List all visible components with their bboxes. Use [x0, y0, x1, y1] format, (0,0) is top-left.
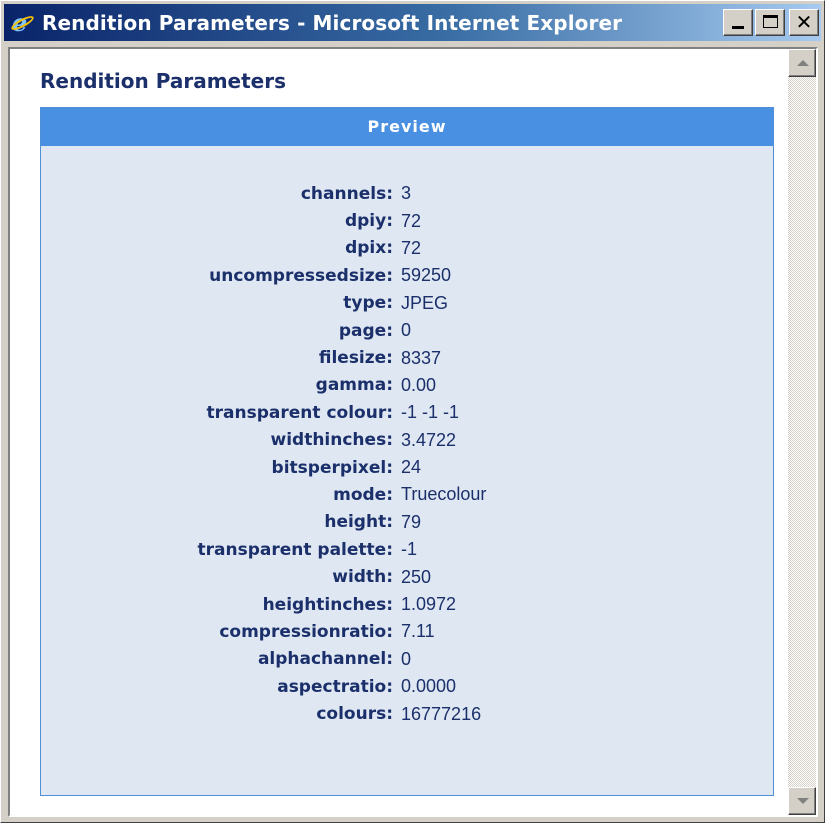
preview-panel: Preview channels: 3 dpiy: 72 dpix: 72 uncompre…: [40, 107, 774, 796]
param-label: dpix:: [345, 238, 393, 259]
param-value: 0: [401, 648, 412, 669]
param-value: 0.00: [401, 374, 437, 395]
param-value: 59250: [401, 265, 452, 286]
param-label: uncompressedsize:: [209, 265, 393, 286]
param-value: 79: [401, 511, 422, 532]
param-label: filesize:: [318, 348, 393, 369]
browser-window: e Rendition Parameters - Microsoft Inter…: [0, 0, 825, 823]
param-label: transparent colour:: [206, 402, 393, 423]
param-value: -1 -1 -1: [401, 402, 460, 423]
param-label: height:: [324, 512, 393, 533]
param-label: bitsperpixel:: [271, 457, 393, 478]
vertical-scrollbar[interactable]: [788, 49, 816, 815]
param-label: transparent palette:: [197, 539, 393, 560]
scroll-up-button[interactable]: [788, 49, 816, 77]
param-row: dpiy: 72: [41, 207, 773, 234]
param-label: aspectratio:: [277, 676, 393, 697]
param-row: compressionratio: 7.11: [41, 618, 773, 645]
ie-icon[interactable]: e: [9, 9, 36, 36]
panel-title: Preview: [41, 108, 773, 146]
param-value: -1: [401, 539, 418, 560]
param-label: mode:: [333, 484, 393, 505]
param-row: transparent colour: -1 -1 -1: [41, 399, 773, 426]
param-row: transparent palette: -1: [41, 536, 773, 563]
param-row: width: 250: [41, 563, 773, 590]
param-row: alphachannel: 0: [41, 646, 773, 673]
minimize-button[interactable]: [723, 9, 753, 36]
param-value: 72: [401, 237, 422, 258]
param-row: channels: 3: [41, 180, 773, 207]
param-value: 3.4722: [401, 429, 457, 450]
close-icon: ✕: [795, 10, 813, 34]
param-label: colours:: [316, 704, 393, 725]
arrow-down-icon: [797, 798, 809, 804]
arrow-up-icon: [797, 60, 809, 66]
params-list: channels: 3 dpiy: 72 dpix: 72 uncompressedsize…: [41, 180, 773, 728]
param-value: 0.0000: [401, 676, 457, 697]
param-row: type: JPEG: [41, 290, 773, 317]
param-row: widthinches: 3.4722: [41, 427, 773, 454]
scroll-down-button[interactable]: [788, 787, 816, 815]
param-row: filesize: 8337: [41, 344, 773, 371]
close-button[interactable]: ✕: [789, 9, 819, 36]
param-value: JPEG: [401, 292, 449, 313]
param-value: 8337: [401, 347, 442, 368]
param-row: dpix: 72: [41, 235, 773, 262]
param-value: 0: [401, 320, 412, 341]
param-row: uncompressedsize: 59250: [41, 262, 773, 289]
param-row: colours: 16777216: [41, 700, 773, 727]
minimize-icon: [732, 26, 744, 29]
param-label: compressionratio:: [219, 621, 393, 642]
param-value: 24: [401, 457, 422, 478]
param-value: Truecolour: [401, 484, 487, 505]
title-bar[interactable]: e Rendition Parameters - Microsoft Inter…: [4, 4, 821, 41]
param-label: width:: [332, 567, 393, 588]
param-value: 250: [401, 566, 432, 587]
page-title: Rendition Parameters: [40, 69, 287, 93]
param-row: bitsperpixel: 24: [41, 454, 773, 481]
maximize-icon: [763, 15, 778, 28]
param-label: page:: [338, 320, 393, 341]
param-row: height: 79: [41, 509, 773, 536]
param-label: heightinches:: [262, 594, 393, 615]
param-label: gamma:: [315, 375, 393, 396]
maximize-button[interactable]: [755, 9, 785, 36]
param-row: mode: Truecolour: [41, 481, 773, 508]
param-row: aspectratio: 0.0000: [41, 673, 773, 700]
param-row: gamma: 0.00: [41, 372, 773, 399]
window-controls: ✕: [721, 9, 819, 36]
param-value: 7.11: [401, 621, 435, 642]
param-value: 72: [401, 210, 422, 231]
param-label: type:: [343, 293, 393, 314]
window-title: Rendition Parameters - Microsoft Interne…: [42, 10, 623, 35]
param-label: widthinches:: [270, 430, 394, 451]
page-content-area: Rendition Parameters Preview channels: 3 d…: [8, 47, 818, 817]
param-row: page: 0: [41, 317, 773, 344]
param-label: alphachannel:: [257, 649, 393, 670]
param-value: 16777216: [401, 703, 482, 724]
param-value: 3: [401, 183, 412, 204]
param-value: 1.0972: [401, 594, 457, 615]
param-label: dpiy:: [344, 211, 393, 232]
param-label: channels:: [300, 183, 393, 204]
param-row: heightinches: 1.0972: [41, 591, 773, 618]
